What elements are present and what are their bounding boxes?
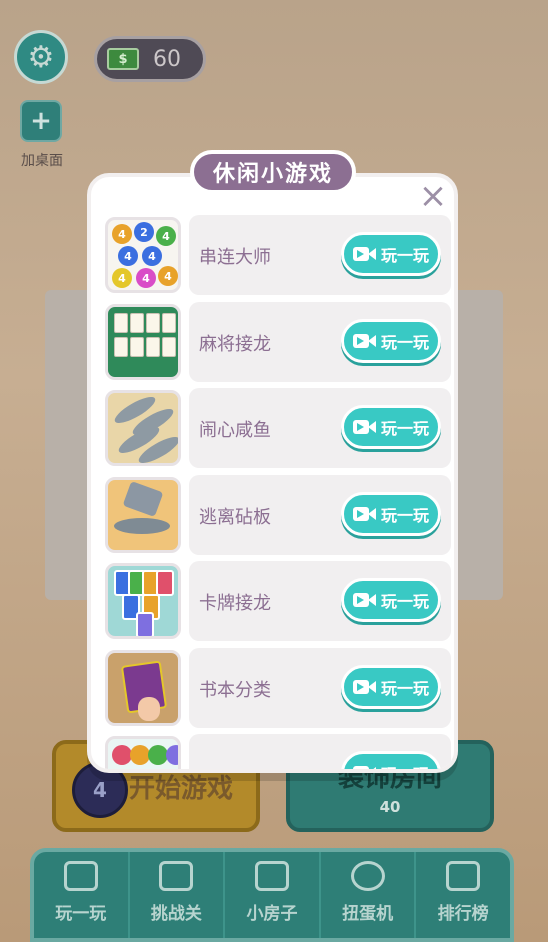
tab-label: 挑战关 (150, 904, 202, 924)
gamepad-icon (63, 861, 98, 891)
money-bill-icon: $ (107, 48, 139, 70)
gear-icon: ⚙ (27, 39, 55, 75)
tab-leaderboard[interactable]: 排行榜 (416, 852, 510, 938)
list-item: 麻将接龙 玩一玩 (101, 301, 451, 382)
play-label: 玩一玩 (380, 505, 429, 525)
coin-counter: $ 60 (94, 36, 206, 82)
play-label: 玩一玩 (380, 419, 429, 438)
video-icon (352, 678, 377, 696)
video-icon (352, 245, 377, 263)
modal-title: 休闲小游戏 (190, 150, 356, 194)
tab-label: 扭蛋机 (342, 904, 394, 924)
list-item: 逃离砧板 玩一玩 (101, 474, 451, 555)
game-name: 串连大师 (199, 247, 271, 268)
game-name: 麻将接龙 (199, 333, 271, 355)
add-desktop-label: 加桌面 (21, 153, 63, 169)
game-thumbnail (105, 390, 181, 466)
play-button[interactable]: 玩一玩 (341, 405, 441, 449)
tab-challenge[interactable]: 挑战关 (130, 852, 226, 938)
list-item: 闹心咸鱼 玩一玩 (101, 388, 451, 468)
game-list[interactable]: 4 2 4 4 4 4 4 4 串连大师 玩一玩 麻将接龙 玩一玩 闹心咸鱼 玩… (101, 215, 451, 769)
play-label: 玩一玩 (380, 592, 429, 611)
game-name: 逃离砧板 (199, 506, 271, 528)
game-thumbnail (105, 649, 181, 726)
settings-button[interactable]: ⚙ (14, 30, 68, 84)
video-icon (352, 764, 377, 769)
game-name: 闹心咸鱼 (199, 420, 271, 441)
list-item: 4 2 4 4 4 4 4 4 串连大师 玩一玩 (101, 215, 451, 295)
phone-plus-icon: + (30, 106, 52, 136)
tab-house[interactable]: 小房子 (225, 852, 321, 938)
close-icon[interactable]: × (418, 179, 448, 213)
coin-value: 60 (153, 46, 181, 72)
mini-games-modal: 4 2 4 4 4 4 4 4 串连大师 玩一玩 麻将接龙 玩一玩 闹心咸鱼 玩… (87, 173, 458, 773)
play-button[interactable]: 玩一玩 (341, 578, 441, 622)
play-label: 玩一玩 (380, 246, 429, 265)
list-item: 卡牌接龙 玩一玩 (101, 561, 451, 641)
tab-gacha[interactable]: 扭蛋机 (321, 852, 417, 938)
add-desktop-button[interactable]: + (20, 100, 62, 142)
video-icon (352, 418, 377, 436)
play-button[interactable]: 玩一玩 (341, 491, 441, 536)
podium-icon (446, 861, 481, 891)
play-button[interactable]: 玩一玩 (341, 751, 441, 769)
play-label: 玩一玩 (381, 761, 429, 769)
play-button[interactable]: 玩一玩 (341, 232, 441, 276)
game-thumbnail (105, 303, 181, 380)
play-button[interactable]: 玩一玩 (341, 318, 441, 363)
game-name: 卡牌接龙 (199, 593, 271, 614)
tab-label: 排行榜 (437, 904, 489, 924)
video-icon (352, 591, 377, 609)
game-thumbnail (105, 736, 181, 769)
house-icon (254, 861, 289, 891)
play-label: 玩一玩 (380, 332, 429, 352)
list-item: 书本分类 玩一玩 (101, 647, 451, 728)
tab-label: 玩一玩 (55, 904, 107, 924)
play-label: 玩一玩 (380, 678, 429, 698)
game-thumbnail (105, 563, 181, 639)
tab-label: 小房子 (246, 904, 298, 924)
tab-play[interactable]: 玩一玩 (34, 852, 130, 938)
level-number: 4 (93, 778, 107, 802)
list-item: 玩一玩 (101, 734, 451, 769)
game-thumbnail (105, 476, 181, 553)
video-icon (352, 332, 377, 350)
game-name: 书本分类 (199, 679, 271, 701)
decorate-cost: 40 (379, 797, 401, 816)
play-button[interactable]: 玩一玩 (341, 664, 441, 709)
start-game-label: 开始游戏 (128, 773, 233, 804)
bottom-tab-bar: 玩一玩 挑战关 小房子 扭蛋机 排行榜 (30, 848, 514, 942)
game-thumbnail: 4 2 4 4 4 4 4 4 (105, 217, 181, 293)
capsule-icon (350, 861, 385, 891)
video-icon (352, 505, 377, 523)
grid-icon (159, 861, 194, 891)
